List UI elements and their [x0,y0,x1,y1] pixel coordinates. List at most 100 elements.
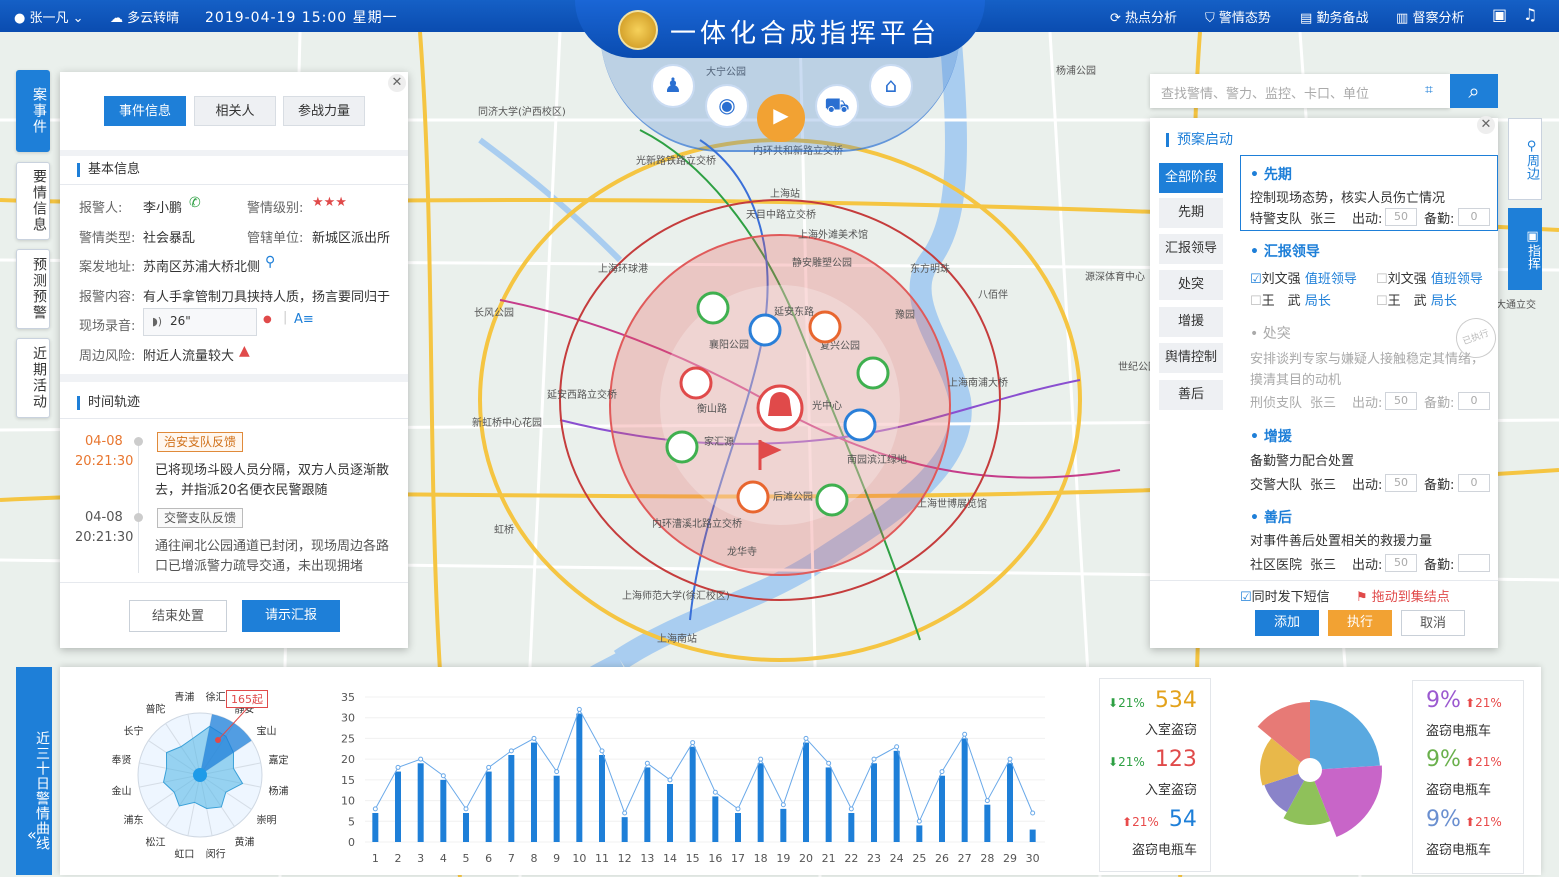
execute-button[interactable]: 执行 [1328,610,1392,636]
nav-police-situation[interactable]: ⛉ 警情态势 [1205,7,1271,26]
bar [689,746,696,842]
out-input[interactable]: 50 [1385,392,1417,410]
sms-checkbox[interactable]: ☑同时发下短信 [1240,586,1330,605]
bar [621,817,628,842]
unit-value: 新城区派出所 [312,231,391,246]
stage-opinion-control[interactable]: 舆情控制 [1159,343,1223,373]
add-button[interactable]: 添加 [1255,610,1319,636]
bar [961,738,968,842]
bar [848,813,855,842]
leader-checkbox[interactable]: ☐王 武 局长 [1376,290,1457,309]
data-point [418,756,424,762]
content-value: 有人手拿管制刀具挟持人质，扬言要同归于 [143,290,391,305]
standby-input[interactable] [1458,554,1490,572]
tab-cases[interactable]: 案事件 [16,70,50,152]
standby-input[interactable]: 0 [1458,392,1490,410]
sound-icon: ◗) [152,315,163,328]
out-input[interactable]: 50 [1385,554,1417,572]
out-input[interactable]: 50 [1385,208,1417,226]
close-icon[interactable]: ✕ [388,74,406,92]
search-button[interactable]: ⌕ [1450,74,1498,108]
divider [60,374,408,382]
radar-label: 奉贤 [112,753,132,766]
tab-forces[interactable]: 参战力量 [283,96,365,126]
stat-item: ⬇21% 123 [1108,747,1197,772]
police-badge-icon [618,10,658,50]
map-label: 上海站 [770,187,800,200]
close-icon[interactable]: ✕ [1477,116,1495,134]
tab-command[interactable]: ▣指挥 [1508,208,1542,290]
nav-hot-analysis[interactable]: ⟳ 热点分析 [1110,7,1177,26]
bar [712,796,719,842]
map-label: 上海世博展览馆 [917,497,987,510]
data-point [690,740,696,746]
out-input[interactable]: 50 [1385,474,1417,492]
tab-recent[interactable]: 近期活动 [16,338,50,418]
leader-name: 刘文强 [1387,272,1427,287]
tab-surroundings[interactable]: ⚲周边 [1508,118,1542,200]
stage-aftermath[interactable]: 善后 [1159,380,1223,410]
transcript-icon[interactable]: A≡ [294,312,314,327]
tab-event-info[interactable]: 事件信息 [104,96,186,126]
map-label: 家汇源 [704,435,734,448]
tab-key-info[interactable]: 要情信息 [16,162,50,240]
end-handling-button[interactable]: 结束处置 [129,600,227,632]
standby-input[interactable]: 0 [1458,208,1490,226]
checkpoint-icon[interactable]: ⌂ [869,64,913,108]
user-name: 张一凡 [29,11,69,26]
nav-label: 督察分析 [1412,11,1465,26]
stage-report-leader[interactable]: 汇报领导 [1159,234,1223,264]
cancel-button[interactable]: 取消 [1401,610,1465,636]
leader-checkbox-checked[interactable]: ☑刘文强 值班领导 [1250,268,1357,287]
police-officer-icon[interactable]: ♟ [651,64,695,108]
map-label: 上海环球港 [598,262,648,275]
leader-checkbox[interactable]: ☐王 武 局长 [1250,290,1331,309]
location-pin-icon[interactable]: ⚲ [265,254,275,270]
user-menu[interactable]: ● 张一凡 ⌄ [14,7,84,26]
down-arrow-icon: ⬇ [1108,696,1119,710]
stage-name: 处突 [1262,326,1291,342]
map-label: 内环漕溪北路立交桥 [652,517,742,530]
camera-icon[interactable]: ◉ [705,84,749,128]
nav-duty-prep[interactable]: ▤ 勤务备战 [1300,7,1368,26]
risk-value: 附近人流量较大 [143,349,235,364]
record-icon[interactable]: ● [263,314,272,325]
collapse-icon[interactable]: « [27,825,37,844]
audio-player[interactable]: ◗) 26" [143,308,257,336]
bar [440,779,447,842]
up-arrow-icon: ⬆ [1122,815,1133,829]
tab-forecast[interactable]: 预测预警 [16,249,50,329]
bar [757,763,764,842]
leader-checkbox[interactable]: ☐刘文强 值班领导 [1376,268,1483,287]
standby-label: 备勤: [1424,212,1455,227]
toolbox-icon[interactable]: ▣ [1492,5,1507,24]
request-report-button[interactable]: 请示汇报 [242,600,340,632]
nav-inspection-analysis[interactable]: ▥ 督察分析 [1396,7,1464,26]
bar [825,767,832,842]
phone-icon[interactable]: ✆ [189,195,201,211]
person-name: 张三 [1310,558,1337,573]
up-arrow-icon: ⬆ [1465,696,1476,710]
stat-value: 123 [1154,747,1197,772]
stage-all[interactable]: 全部阶段 [1159,163,1223,193]
stage-desc: 安排谈判专家与嫌疑人接触稳定其情绪， [1250,352,1485,367]
stage-reinforce[interactable]: 增援 [1159,307,1223,337]
tab-related-persons[interactable]: 相关人 [194,96,276,126]
police-car-icon[interactable]: ⛟ [815,84,859,128]
x-tick-label: 17 [731,852,745,865]
tab-label: 指挥 [1525,243,1540,270]
standby-input[interactable]: 0 [1458,474,1490,492]
stat-pct: 21% [1475,755,1502,769]
x-tick-label: 18 [754,852,768,865]
up-arrow-icon: ⬆ [1465,815,1476,829]
search-icon: ⌕ [1468,79,1480,103]
stat-item: 9% ⬆21% [1426,807,1502,832]
stage-emergency[interactable]: 处突 [1159,270,1223,300]
stage-initial[interactable]: 先期 [1159,198,1223,228]
drag-to-assembly[interactable]: ⚑ 拖动到集结点 [1356,586,1450,605]
search-box[interactable]: 查找警情、警力、监控、卡口、单位 ⌗ [1150,74,1450,108]
bell-icon[interactable]: ♫ [1523,5,1537,24]
cctv-icon[interactable]: ▶ [757,94,805,142]
unit-label: 管辖单位: [247,231,304,246]
scan-icon[interactable]: ⌗ [1425,82,1433,98]
